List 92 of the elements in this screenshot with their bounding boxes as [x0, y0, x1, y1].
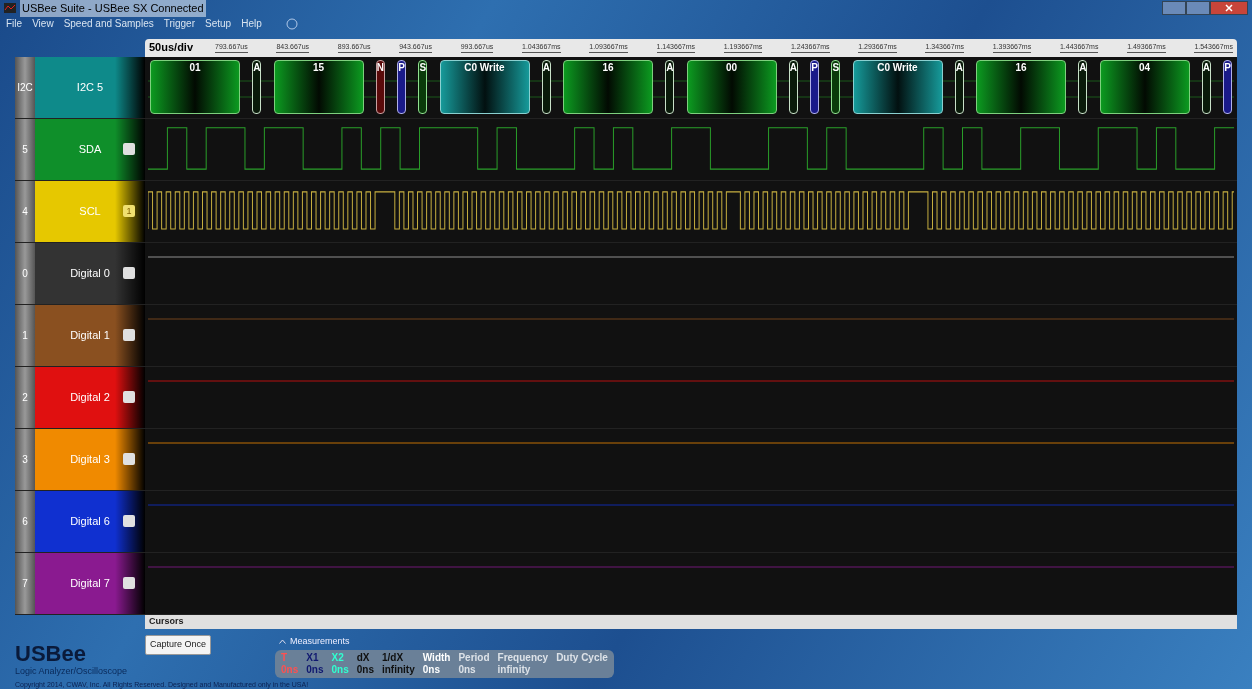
menu-item[interactable]: Trigger	[163, 16, 195, 31]
channel-number: 7	[22, 576, 28, 591]
measurement-value: 0ns	[281, 664, 299, 676]
measurement-value: 0ns	[356, 664, 374, 676]
measurement-label: Width	[422, 652, 451, 664]
circle-icon[interactable]	[285, 17, 298, 30]
maximize-button[interactable]	[1186, 1, 1210, 16]
channel-number: 5	[22, 142, 28, 157]
channel-checkbox[interactable]	[123, 453, 135, 465]
channel-label-panel[interactable]: I2C 5	[35, 56, 145, 118]
channel-label-panel[interactable]: Digital 6	[35, 490, 145, 552]
measurement-label: Frequency	[497, 652, 549, 664]
logo-text: USBee	[15, 642, 87, 665]
menu-item[interactable]: Setup	[205, 16, 232, 31]
channel-label-panel[interactable]: Digital 0	[35, 242, 145, 304]
cursors-title: Cursors	[149, 614, 184, 628]
decoded-bit-marker: S	[831, 60, 841, 114]
decoded-byte: 01	[150, 60, 240, 114]
decoded-bit-marker: S	[418, 60, 428, 114]
measurement-label: dX	[356, 652, 371, 664]
channel-name: Digital 7	[70, 575, 110, 591]
decoded-bit-marker: A	[1078, 60, 1088, 114]
decoded-bit-marker: P	[1223, 60, 1232, 114]
channel-checkbox[interactable]	[123, 391, 135, 403]
measurement-label: X1	[306, 652, 320, 664]
decoded-bit-marker: P	[810, 60, 819, 114]
measurements-toggle[interactable]: Measurements	[290, 634, 350, 648]
decoded-byte: 00	[686, 60, 777, 114]
menu-item[interactable]: Help	[241, 16, 262, 31]
decoded-byte: 04	[1099, 60, 1190, 114]
measurement-value: 0ns	[331, 664, 349, 676]
decoded-bit-marker: A	[1201, 60, 1211, 114]
channel-number: 2	[22, 390, 28, 405]
decoded-bit-marker: A	[541, 60, 551, 114]
channel-name: SDA	[78, 141, 102, 157]
window-title: USBee Suite - USBee SX Connected	[20, 0, 206, 17]
collapse-caret-icon[interactable]	[279, 638, 287, 644]
channel-number: I2C	[17, 80, 33, 95]
channel-checkbox[interactable]	[123, 267, 135, 279]
decoded-byte: C0 Write	[439, 60, 530, 114]
channel-name: Digital 3	[70, 451, 110, 467]
channel-checkbox[interactable]	[123, 329, 135, 341]
logo-subtitle: Logic Analyzer/Oscilloscope	[15, 664, 129, 678]
measurement-label: Period	[458, 652, 490, 664]
close-button[interactable]	[1210, 1, 1248, 16]
decoded-byte: C0 Write	[852, 60, 943, 114]
measurement-value: infinity	[381, 664, 415, 676]
channel-number: 4	[22, 204, 28, 219]
channel-name: Digital 6	[70, 513, 110, 529]
channel-checkbox[interactable]	[123, 515, 135, 527]
decoded-bit-marker: A	[788, 60, 798, 114]
capture-once-button[interactable]: Capture Once	[145, 634, 212, 655]
measurement-value: 0ns	[458, 664, 477, 676]
decoded-bit-marker: A	[954, 60, 964, 114]
decoded-byte: 16	[563, 60, 653, 114]
decoded-byte: 16	[976, 60, 1066, 114]
menu-item[interactable]: View	[32, 16, 54, 31]
channel-number: 0	[22, 266, 28, 281]
channel-label-panel[interactable]: SCL 1	[35, 180, 145, 242]
measurement-value: infinity	[497, 664, 532, 676]
decoded-byte: 15	[273, 60, 364, 114]
channel-number: 1	[22, 328, 28, 343]
channel-checkbox[interactable]	[123, 577, 135, 589]
channel-name: Digital 2	[70, 389, 110, 405]
measurement-label: 1/dX	[381, 652, 405, 664]
decoded-bit-marker: N	[375, 60, 385, 114]
channel-label-panel[interactable]: Digital 2	[35, 366, 145, 428]
measurement-label: T	[281, 652, 289, 664]
channel-label-panel[interactable]: Digital 7	[35, 552, 145, 614]
time-scale: 50us/div	[149, 40, 195, 56]
minimize-button[interactable]	[1162, 1, 1186, 16]
measurement-value: 0ns	[306, 664, 324, 676]
menu-item[interactable]: Speed and Samples	[63, 16, 154, 31]
app-icon	[4, 3, 16, 14]
decoded-bit-marker: A	[665, 60, 675, 114]
channel-label-panel[interactable]: SDA	[35, 118, 145, 180]
close-icon	[1225, 4, 1233, 13]
channel-checkbox[interactable]: 1	[123, 205, 135, 217]
menu-item[interactable]: File	[6, 16, 23, 31]
channel-number: 3	[22, 452, 28, 467]
channel-number: 6	[22, 514, 28, 529]
channel-name: I2C 5	[76, 79, 104, 95]
channel-name: Digital 0	[70, 265, 110, 281]
decoded-bit-marker: P	[397, 60, 406, 114]
channel-label-panel[interactable]: Digital 1	[35, 304, 145, 366]
channel-checkbox[interactable]	[123, 143, 135, 155]
decoded-bit-marker: A	[252, 60, 262, 114]
channel-name: Digital 1	[70, 327, 110, 343]
measurement-label: X2	[331, 652, 345, 664]
measurement-value: 0ns	[422, 664, 441, 676]
channel-name: SCL	[79, 203, 101, 219]
measurement-label: Duty Cycle	[556, 652, 608, 664]
